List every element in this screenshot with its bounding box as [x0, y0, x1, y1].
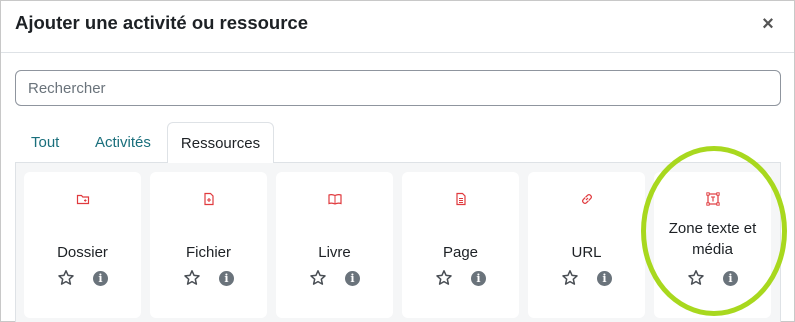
star-icon[interactable] [435, 269, 453, 287]
star-icon[interactable] [309, 269, 327, 287]
tab-activities[interactable]: Activités [79, 122, 167, 163]
book-icon [327, 192, 342, 206]
page-icon [454, 192, 468, 206]
resource-card-text-media[interactable]: Zone texte et média i [654, 172, 771, 318]
resource-label: Page [442, 244, 479, 261]
star-icon[interactable] [561, 269, 579, 287]
search-input[interactable] [15, 70, 781, 106]
add-activity-modal: Ajouter une activité ou ressource × Tout… [0, 0, 795, 322]
star-icon[interactable] [183, 269, 201, 287]
info-icon[interactable]: i [471, 271, 486, 286]
text-media-icon [705, 192, 720, 206]
resource-label: Dossier [57, 244, 108, 261]
info-icon[interactable]: i [345, 271, 360, 286]
tab-bar: Tout Activités Ressources [15, 122, 781, 164]
close-button[interactable]: × [758, 14, 778, 34]
resource-label: Zone texte et média [668, 220, 757, 258]
link-icon [580, 192, 594, 206]
info-icon[interactable]: i [219, 271, 234, 286]
star-icon[interactable] [687, 269, 705, 287]
modal-header: Ajouter une activité ou ressource × [1, 1, 794, 53]
resource-card-book[interactable]: Livre i [276, 172, 393, 318]
info-icon[interactable]: i [93, 271, 108, 286]
file-icon [202, 192, 216, 206]
resource-card-folder[interactable]: Dossier i [24, 172, 141, 318]
tab-all[interactable]: Tout [15, 122, 75, 163]
tab-resources[interactable]: Ressources [167, 122, 274, 164]
resource-label: Fichier [185, 244, 231, 261]
star-icon[interactable] [57, 269, 75, 287]
resource-card-file[interactable]: Fichier i [150, 172, 267, 318]
resource-label: URL [571, 244, 602, 261]
info-icon[interactable]: i [597, 271, 612, 286]
resource-card-page[interactable]: Page i [402, 172, 519, 318]
resource-card-url[interactable]: URL i [528, 172, 645, 318]
folder-icon [76, 192, 90, 206]
modal-title: Ajouter une activité ou ressource [15, 12, 309, 33]
resource-label: Livre [318, 244, 351, 261]
info-icon[interactable]: i [723, 271, 738, 286]
